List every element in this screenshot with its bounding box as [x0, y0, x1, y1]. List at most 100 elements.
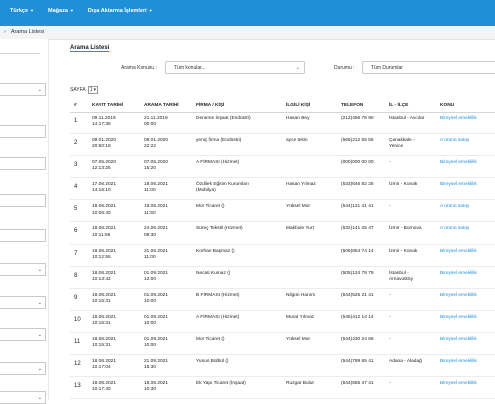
- cell-konu-link[interactable]: Bireysel emeklilik: [440, 182, 477, 188]
- cell-konu-link[interactable]: Bireysel emeklilik: [440, 160, 477, 166]
- cell-arama-tarihi: 07.05.2020 15:20: [144, 160, 169, 172]
- page-select[interactable]: 1 ▾: [87, 86, 99, 94]
- cell-konu-link[interactable]: A ürünü satışı: [440, 226, 469, 232]
- sidebar-input[interactable]: [0, 157, 46, 170]
- nav-item-label: Dışa Aktarma İşlemleri: [87, 8, 147, 14]
- chevron-down-icon: ⌄: [37, 366, 42, 372]
- table-row[interactable]: 13 18.06.2021 10:17:40 18.06.2021 10:30 Ek …: [70, 377, 495, 400]
- sidebar-select[interactable]: ⌄: [0, 296, 46, 309]
- sidebar-select[interactable]: ⌄: [0, 391, 46, 404]
- cell-konu-link[interactable]: Bireysel emeklilik: [440, 293, 477, 299]
- table-row[interactable]: 7 18.06.2021 10:12:55 31.06.2021 11:00 Korh…: [70, 245, 495, 267]
- status-filter-select[interactable]: Tüm Durumlar: [362, 61, 495, 74]
- cell-konu-link[interactable]: Bireysel emeklilik: [440, 359, 477, 365]
- table-row[interactable]: 11 18.06.2021 10:15:31 01.09.2021 10:00 Mor…: [70, 333, 495, 356]
- page-select-value: 1: [89, 87, 93, 93]
- caret-down-icon: ▼: [30, 8, 35, 13]
- breadcrumb-current[interactable]: Arama Listesi: [11, 29, 44, 35]
- cell-konu-link[interactable]: A ürünü satışı: [440, 204, 469, 210]
- col-header-arama: ARAMA TARİHİ: [144, 103, 179, 108]
- col-header-kayit: KAYIT TARİHİ: [92, 103, 123, 108]
- table-row[interactable]: 6 18.06.2021 10:11:56 24.06.2021 09:30 Süre…: [70, 222, 495, 245]
- breadcrumb-separator: ›: [4, 29, 6, 35]
- status-filter-label: Durumu :: [334, 65, 355, 71]
- col-header-konu: KONU: [440, 103, 455, 108]
- cell-firma: A FİRMASI (Hizmet): [196, 314, 240, 320]
- caret-down-icon: ▼: [69, 8, 74, 13]
- cell-firma: yeniç firma (Endüstri): [196, 138, 242, 144]
- sidebar-select[interactable]: ⌄: [0, 328, 46, 341]
- cell-firma: B FİRMASI (Hizmet): [196, 292, 240, 298]
- cell-ilgili-kisi: Hasan Bey: [286, 116, 310, 121]
- cell-arama-tarihi: 01.09.2021 10:00: [144, 336, 169, 349]
- chevron-down-icon: ⌄: [295, 65, 300, 71]
- cell-firma: Özdilek Eğitim Kurumları (Mobilya): [196, 182, 249, 194]
- sidebar-select[interactable]: ⌄: [0, 83, 46, 96]
- sidebar-input[interactable]: [0, 229, 46, 242]
- nav-item-store[interactable]: Mağaza ▼: [48, 8, 74, 14]
- breadcrumb-bar: › Arama Listesi: [0, 26, 495, 40]
- table-row[interactable]: 2 09.01.2020 20:50:18 09.01.2020 22:22 yeni…: [70, 134, 495, 157]
- cell-konu-link[interactable]: Bireysel emeklilik: [440, 116, 477, 122]
- cell-arama-tarihi: 09.01.2020 22:22: [144, 138, 169, 150]
- cell-firma: Deneme İnşaat (Endüstri): [196, 116, 251, 121]
- cell-kayit-tarihi: 18.06.2021 10:15:31: [92, 314, 117, 327]
- cell-telefon: (545)412 14 14: [341, 314, 374, 320]
- cell-ilgili-kisi: Hasan Yılmaz: [286, 182, 316, 188]
- table-row[interactable]: 10 18.06.2021 10:15:31 01.09.2021 10:00 A F…: [70, 311, 495, 333]
- cell-no: 4: [74, 184, 78, 191]
- nav-item-label: Türkçe: [10, 8, 29, 14]
- col-header-no: #: [74, 103, 77, 108]
- chevron-down-icon: ▾: [93, 87, 97, 93]
- cell-konu-link[interactable]: Bireysel emeklilik: [440, 315, 477, 321]
- cell-kayit-tarihi: 18.06.2021 10:13:42: [92, 270, 117, 282]
- cell-konu-link[interactable]: A ürünü satışı: [440, 138, 469, 144]
- sidebar-input[interactable]: [0, 194, 46, 207]
- cell-il-ilce: -: [389, 160, 391, 166]
- nav-item-label: Mağaza: [48, 8, 68, 14]
- cell-telefon: (544)525 21 41: [341, 292, 374, 298]
- cell-no: 10: [74, 316, 81, 323]
- nav-item-language[interactable]: Türkçe ▼: [10, 8, 34, 14]
- chevron-down-icon: ⌄: [37, 395, 42, 401]
- cell-kayit-tarihi: 18.06.2021 10:17:40: [92, 381, 117, 393]
- subject-filter-value: Tüm konular...: [174, 65, 206, 71]
- cell-no: 1: [74, 118, 78, 124]
- nav-item-export[interactable]: Dışa Aktarma İşlemleri ▼: [88, 8, 153, 14]
- cell-konu-link[interactable]: Bireysel emeklilik: [440, 381, 477, 387]
- cell-telefon: (544)789 65 41: [341, 359, 374, 365]
- table-row[interactable]: 8 18.06.2021 10:13:42 01.09.2021 12:00 Neca…: [70, 267, 495, 289]
- subject-filter-select[interactable]: Tüm konular... ⌄: [165, 61, 305, 74]
- cell-ilgili-kisi: Nilgün Hanım: [286, 292, 316, 298]
- cell-firma: Süreç Tekstil (Hizmet): [196, 226, 243, 232]
- cell-kayit-tarihi: 09.01.2020 20:50:18: [92, 138, 117, 150]
- cell-no: 6: [74, 228, 78, 235]
- cell-firma: A FİRMASI (Hizmet): [196, 160, 240, 166]
- cell-telefon: (532)141 25 47: [341, 226, 374, 232]
- cell-konu-link[interactable]: Bireysel emeklilik: [440, 249, 477, 255]
- breadcrumb: › Arama Listesi: [4, 29, 44, 35]
- cell-ilgili-kisi: Yüksel Mor: [286, 336, 310, 342]
- cell-konu-link[interactable]: Bireysel emeklilik: [440, 271, 477, 277]
- table-row[interactable]: 1 09.11.2019 14:17:35 21.11.2019 00:00 Dene…: [70, 112, 495, 135]
- cell-firma: Ek Yapı Ticaret (İnşaat): [196, 381, 246, 387]
- table-row[interactable]: 9 18.06.2021 10:15:31 01.09.2021 10:00 B Fİ…: [70, 289, 495, 311]
- table-row[interactable]: 3 07.05.2020 12:13:25 07.05.2020 15:20 A Fİ…: [70, 156, 495, 179]
- cell-kayit-tarihi: 18.06.2021 10:11:56: [92, 226, 117, 238]
- sidebar-input[interactable]: [0, 125, 46, 138]
- caret-down-icon: ▼: [148, 8, 153, 13]
- table-row[interactable]: 12 18.06.2021 10:17:04 21.09.2021 15:30 Yun…: [70, 355, 495, 378]
- cell-ilgili-kisi: Makbule Yurt: [286, 226, 314, 232]
- cell-arama-tarihi: 18.06.2021 10:30: [144, 381, 169, 393]
- cell-il-ilce: İstanbul - Avcılar: [389, 116, 425, 121]
- sidebar-select[interactable]: ⌄: [0, 263, 46, 276]
- chevron-down-icon: ⌄: [37, 332, 42, 338]
- table-row[interactable]: 4 17.06.2021 14:16:10 18.06.2021 11:00 Özdi…: [70, 178, 495, 201]
- cell-il-ilce: -: [389, 381, 391, 387]
- cell-telefon: (000)000 00 00: [341, 160, 374, 166]
- top-nav: Türkçe ▼ Mağaza ▼ Dışa Aktarma İşlemleri…: [10, 8, 153, 14]
- cell-no: 9: [74, 294, 78, 301]
- sidebar-select[interactable]: ⌄: [0, 362, 46, 375]
- cell-konu-link[interactable]: Bireysel emeklilik: [440, 337, 477, 343]
- table-row[interactable]: 5 18.06.2021 10:06:40 19.06.2021 11:50 Mor …: [70, 200, 495, 223]
